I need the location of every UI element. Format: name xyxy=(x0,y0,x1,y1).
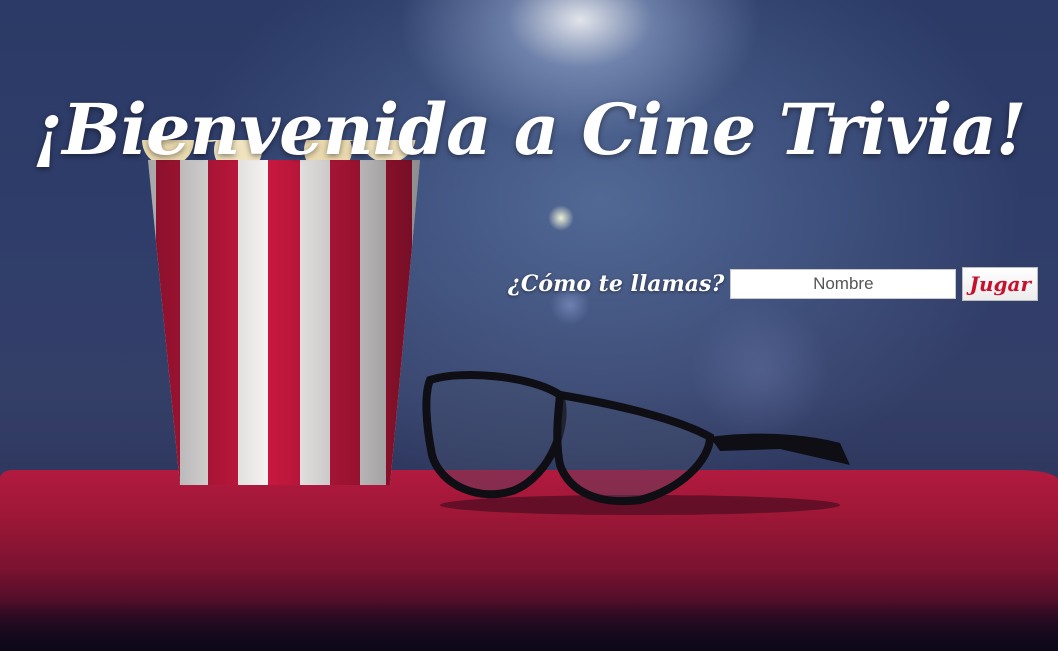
lens-flare xyxy=(548,205,574,231)
player-name-form: ¿Cómo te llamas? Jugar xyxy=(508,266,1039,302)
name-prompt-label: ¿Cómo te llamas? xyxy=(508,271,725,297)
name-input[interactable] xyxy=(730,269,957,299)
play-button[interactable]: Jugar xyxy=(962,267,1039,301)
welcome-screen: ¡Bienvenida a Cine Trivia! ¿Cómo te llam… xyxy=(0,0,1058,651)
popcorn-box-image xyxy=(142,140,420,485)
page-title: ¡Bienvenida a Cine Trivia! xyxy=(32,88,1027,171)
3d-glasses-image xyxy=(422,371,850,515)
seat-shadow xyxy=(0,600,1058,651)
